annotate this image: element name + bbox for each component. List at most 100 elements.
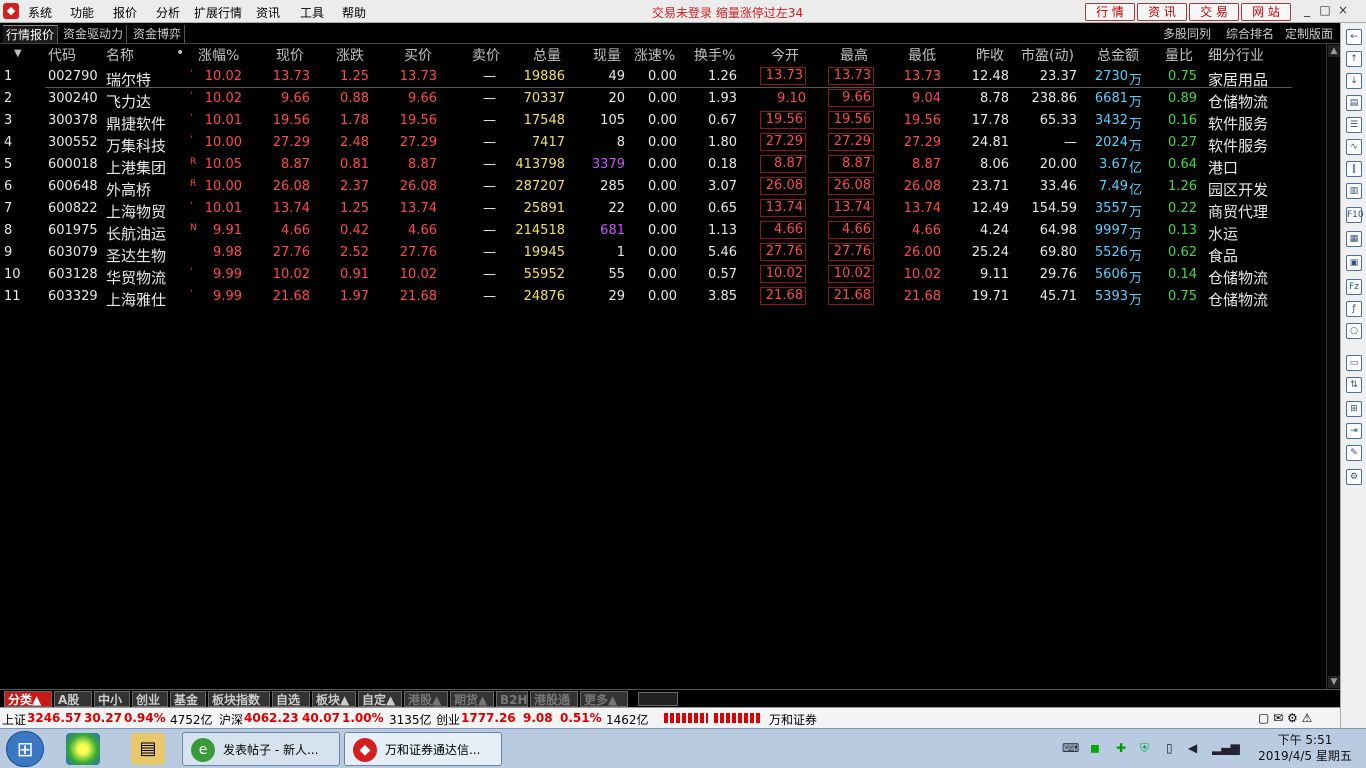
menu-quote[interactable]: 报价: [113, 4, 137, 21]
category-tab-8[interactable]: 自定▲: [358, 691, 402, 707]
menu-function[interactable]: 功能: [70, 4, 94, 21]
category-tab-12[interactable]: 港股通: [530, 691, 578, 707]
tab-fund-drive[interactable]: 资金驱动力: [60, 25, 128, 43]
close-icon[interactable]: ×: [1336, 2, 1350, 18]
grid-icon[interactable]: ⊞: [1346, 401, 1362, 417]
category-tab-0[interactable]: 分类▲: [4, 691, 52, 707]
header-low[interactable]: 最低: [908, 45, 936, 65]
table-row[interactable]: 6 600648 外高桥 R 10.00 26.08 2.37 26.08—287207 285…: [0, 176, 1340, 199]
news-button[interactable]: 资 讯: [1137, 3, 1187, 21]
category-tab-2[interactable]: 中小: [94, 691, 130, 707]
table-row[interactable]: 11 603329 上海雅仕 ' 9.99 21.68 1.97 21.68—24876 29 0…: [0, 286, 1340, 309]
table-row[interactable]: 2 300240 飞力达 ' 10.02 9.66 0.88 9.66—70337 20 0.00…: [0, 88, 1340, 111]
category-tab-5[interactable]: 板块指数: [208, 691, 270, 707]
edit-icon[interactable]: ✎: [1346, 445, 1362, 461]
table-row[interactable]: 5 600018 上港集团 R 10.05 8.87 0.81 8.87—413798 3379…: [0, 154, 1340, 177]
back-icon[interactable]: ←: [1346, 29, 1362, 45]
header-chg-pct[interactable]: 涨幅%: [198, 45, 239, 65]
header-vol-ratio[interactable]: 量比: [1165, 45, 1193, 65]
f10-icon[interactable]: F10: [1346, 207, 1364, 223]
table-row[interactable]: 7 600822 上海物贸 ' 10.01 13.74 1.25 13.74—25891 22 0…: [0, 198, 1340, 221]
table-row[interactable]: 10 603128 华贸物流 ' 9.99 10.02 0.91 10.02—55952 55 0…: [0, 264, 1340, 287]
category-tab-11[interactable]: B2H: [496, 691, 528, 707]
taskbar-item-forum[interactable]: e 发表帖子 - 新人...: [182, 732, 340, 766]
table-row[interactable]: 4 300552 万集科技 ' 10.00 27.29 2.48 27.29—7417 8 0.0…: [0, 132, 1340, 155]
maximize-icon[interactable]: □: [1318, 2, 1332, 18]
status-tray-icons[interactable]: ▢ ✉ ⚙ ⚠: [1258, 711, 1312, 725]
settings-icon[interactable]: ⚙: [1346, 469, 1362, 485]
report-icon[interactable]: ▤: [1346, 95, 1362, 111]
trade-button[interactable]: 交 易: [1189, 3, 1239, 21]
formula-icon[interactable]: ƒ: [1346, 301, 1362, 317]
shield-icon[interactable]: ⛨: [1140, 741, 1149, 756]
line-chart-icon[interactable]: ∿: [1346, 139, 1362, 155]
header-open[interactable]: 今开: [771, 45, 799, 65]
menu-help[interactable]: 帮助: [342, 4, 366, 21]
menu-news[interactable]: 资讯: [256, 4, 280, 21]
add-icon[interactable]: ✚: [1116, 741, 1126, 755]
menu-system[interactable]: 系统: [28, 4, 52, 21]
down-arrow-icon[interactable]: ↓: [1346, 73, 1362, 89]
candle-icon[interactable]: ‖: [1346, 161, 1362, 177]
category-tab-3[interactable]: 创业: [132, 691, 168, 707]
header-bid[interactable]: 买价: [404, 45, 432, 65]
header-amount[interactable]: 总金额: [1097, 45, 1139, 65]
category-tab-10[interactable]: 期货▲: [450, 691, 494, 707]
pinned-explorer-icon[interactable]: ▤: [131, 733, 165, 765]
minimize-icon[interactable]: _: [1300, 2, 1314, 18]
header-chg[interactable]: 涨跌: [336, 45, 364, 65]
header-turnover[interactable]: 换手%: [694, 45, 735, 65]
menu-tools[interactable]: 工具: [300, 4, 324, 21]
list-icon[interactable]: ☰: [1346, 117, 1362, 133]
custom-layout-button[interactable]: 定制版面: [1285, 25, 1333, 43]
header-industry[interactable]: 细分行业: [1208, 45, 1264, 65]
start-button-icon[interactable]: ⊞: [6, 731, 44, 767]
keyboard-icon[interactable]: ⌨: [1062, 741, 1079, 755]
header-ask[interactable]: 卖价: [472, 45, 500, 65]
header-pe[interactable]: 市盈(动): [1021, 45, 1074, 65]
table-row[interactable]: 3 300378 鼎捷软件 ' 10.01 19.56 1.78 19.56—17548 105…: [0, 110, 1340, 133]
category-tab-13[interactable]: 更多▲: [580, 691, 628, 707]
taskbar-item-tdx[interactable]: ◆ 万和证券通达信...: [344, 732, 502, 766]
ranking-button[interactable]: 综合排名: [1226, 25, 1274, 43]
category-tab-9[interactable]: 港股▲: [404, 691, 448, 707]
tab-fund-game[interactable]: 资金博弈: [130, 25, 186, 43]
header-prev-close[interactable]: 昨收: [976, 45, 1004, 65]
table-row[interactable]: 8 601975 长航油运 N 9.91 4.66 0.42 4.66—214518 681 0.…: [0, 220, 1340, 243]
system-clock[interactable]: 下午 5:51 2019/4/5 星期五: [1246, 732, 1364, 764]
pinned-browser-icon[interactable]: [66, 733, 100, 765]
document-icon[interactable]: ▣: [1346, 255, 1362, 271]
header-volume[interactable]: 总量: [533, 45, 561, 65]
sort-arrow-icon[interactable]: ▼: [14, 48, 22, 68]
category-tab-4[interactable]: 基金: [170, 691, 206, 707]
scroll-down-icon[interactable]: ▼: [1328, 676, 1340, 688]
header-high[interactable]: 最高: [840, 45, 868, 65]
up-arrow-icon[interactable]: ↑: [1346, 51, 1362, 67]
volume-icon[interactable]: ◀: [1188, 741, 1197, 755]
calendar-icon[interactable]: ▦: [1346, 231, 1362, 247]
horizontal-scrollbar[interactable]: [638, 692, 678, 706]
scroll-up-icon[interactable]: ▲: [1328, 45, 1340, 57]
import-icon[interactable]: ⇥: [1346, 423, 1362, 439]
menu-extended[interactable]: 扩展行情: [194, 4, 242, 21]
bar-chart-icon[interactable]: ▥: [1346, 183, 1362, 199]
category-tab-6[interactable]: 自选: [272, 691, 310, 707]
website-button[interactable]: 网 站: [1241, 3, 1291, 21]
folder-icon[interactable]: ▭: [1346, 355, 1362, 371]
header-code[interactable]: 代码: [48, 45, 76, 65]
category-tab-7[interactable]: 板块▲: [312, 691, 356, 707]
security-icon[interactable]: ◼: [1090, 741, 1100, 755]
header-name[interactable]: 名称: [106, 45, 134, 65]
fz-icon[interactable]: Fz: [1346, 279, 1362, 295]
vertical-scrollbar[interactable]: ▲ ▼: [1326, 44, 1340, 689]
circle-icon[interactable]: ○: [1346, 323, 1362, 339]
table-row[interactable]: 9 603079 圣达生物 9.98 27.76 2.52 27.76 — 19945 1 0.00…: [0, 242, 1340, 265]
menu-analysis[interactable]: 分析: [156, 4, 180, 21]
table-row[interactable]: 1 002790 瑞尔特 ' 10.02 13.73 1.25 13.73—19886 49 0.…: [0, 66, 1340, 89]
battery-icon[interactable]: ▯: [1166, 741, 1173, 755]
category-tab-1[interactable]: A股: [54, 691, 92, 707]
tab-market-quote[interactable]: 行情报价: [3, 25, 59, 43]
header-dot[interactable]: •: [176, 45, 184, 65]
sort-icon[interactable]: ⇅: [1346, 377, 1362, 393]
header-price[interactable]: 现价: [276, 45, 304, 65]
